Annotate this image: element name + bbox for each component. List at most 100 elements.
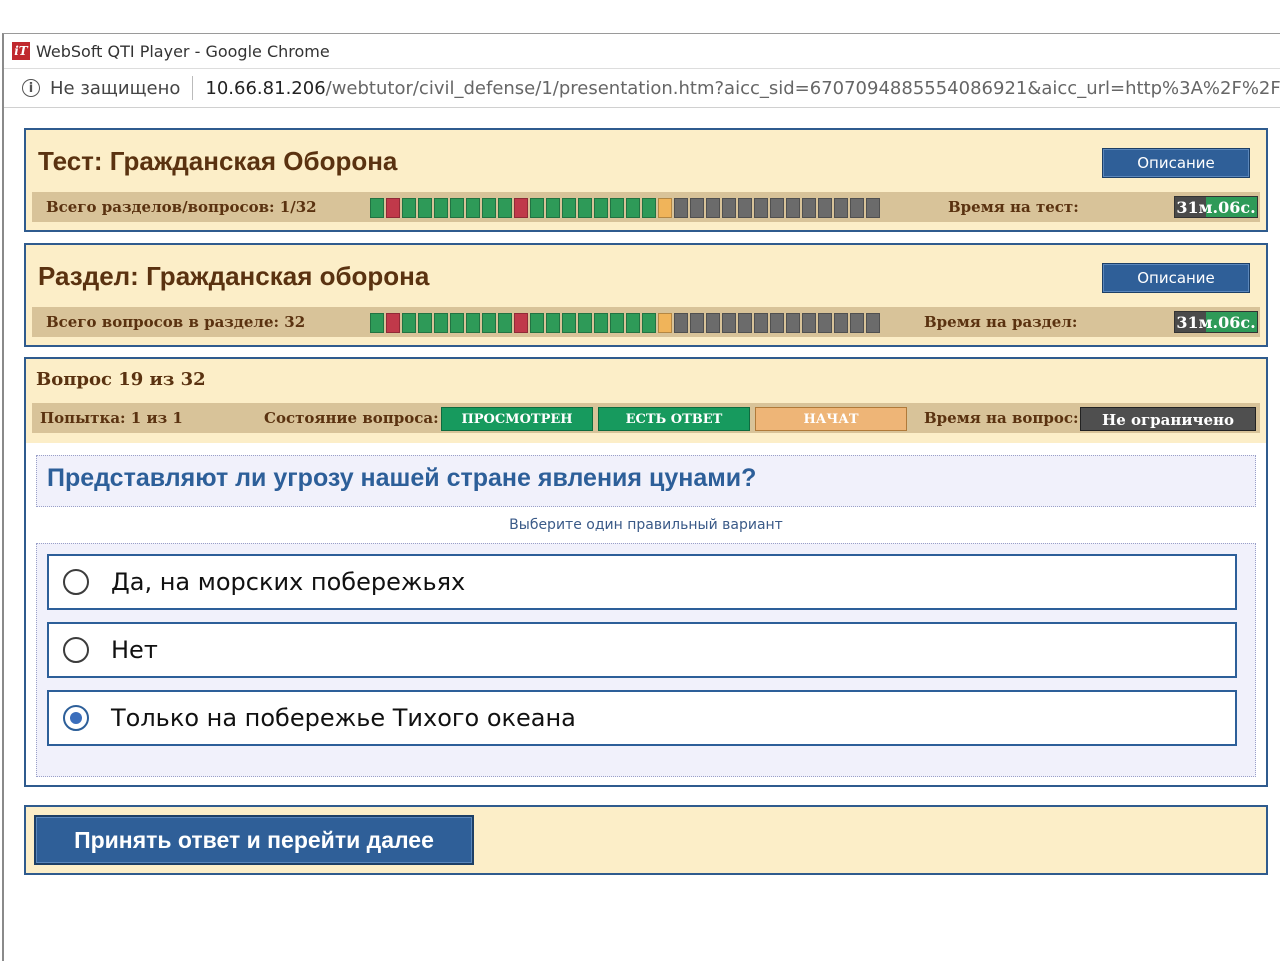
progress-segment [754, 198, 768, 218]
section-description-button[interactable]: Описание [1102, 263, 1250, 293]
progress-segment [370, 313, 384, 333]
progress-segment [450, 313, 464, 333]
section-time-label: Время на раздел: [924, 313, 1078, 331]
progress-segment [738, 313, 752, 333]
info-icon[interactable]: i [22, 79, 40, 97]
security-status[interactable]: Не защищено [50, 78, 180, 99]
progress-segment [402, 198, 416, 218]
progress-segment [562, 313, 576, 333]
progress-segment [482, 313, 496, 333]
progress-segment [770, 198, 784, 218]
answer-option[interactable]: Нет [47, 622, 1237, 678]
progress-segment [818, 198, 832, 218]
progress-segment [402, 313, 416, 333]
progress-segment [578, 198, 592, 218]
answer-option-label[interactable]: Нет [111, 636, 158, 664]
radio-button[interactable] [63, 569, 89, 595]
test-description-button[interactable]: Описание [1102, 148, 1250, 178]
state-answered-badge: ЕСТЬ ОТВЕТ [598, 407, 750, 431]
progress-segment [514, 198, 528, 218]
progress-segment [530, 313, 544, 333]
question-status-bar: Попытка: 1 из 1 Состояние вопроса: ПРОСМ… [32, 403, 1260, 433]
progress-segment [418, 313, 432, 333]
question-text-box: Представляют ли угрозу нашей стране явле… [36, 455, 1256, 507]
url-divider [192, 76, 194, 100]
progress-segment [450, 198, 464, 218]
progress-segment [674, 198, 688, 218]
address-bar[interactable]: i Не защищено 10.66.81.206/webtutor/civi… [4, 68, 1280, 108]
section-timer: 31м.06с. [1174, 311, 1258, 333]
state-viewed-badge: ПРОСМОТРЕН [441, 407, 593, 431]
progress-segment [466, 198, 480, 218]
test-panel: Тест: Гражданская Оборона Описание Всего… [24, 128, 1268, 232]
section-panel: Раздел: Гражданская оборона Описание Все… [24, 243, 1268, 347]
progress-segment [866, 313, 880, 333]
radio-button[interactable] [63, 637, 89, 663]
progress-segment [546, 198, 560, 218]
url-host[interactable]: 10.66.81.206 [205, 78, 325, 99]
test-progress-label: Всего разделов/вопросов: 1/32 [46, 198, 317, 216]
radio-button[interactable] [63, 705, 89, 731]
progress-segment [834, 313, 848, 333]
progress-segment [594, 313, 608, 333]
progress-segment [786, 198, 800, 218]
progress-segment [434, 198, 448, 218]
progress-segment [690, 198, 704, 218]
progress-segment [498, 313, 512, 333]
progress-segment [818, 313, 832, 333]
window-title: WebSoft QTI Player - Google Chrome [36, 41, 330, 61]
progress-segment [866, 198, 880, 218]
progress-segment [562, 198, 576, 218]
title-bar: iT WebSoft QTI Player - Google Chrome [4, 34, 1280, 68]
question-time-value: Не ограничено [1080, 407, 1256, 431]
progress-segment [642, 313, 656, 333]
test-title: Тест: Гражданская Оборона [38, 146, 398, 176]
progress-segment [722, 198, 736, 218]
progress-segment [706, 313, 720, 333]
section-progress-segments [370, 313, 880, 333]
submit-panel: Принять ответ и перейти далее [24, 805, 1268, 875]
progress-segment [434, 313, 448, 333]
progress-segment [370, 198, 384, 218]
answer-option-label[interactable]: Только на побережье Тихого океана [111, 704, 576, 732]
answer-option[interactable]: Да, на морских побережьях [47, 554, 1237, 610]
progress-segment [706, 198, 720, 218]
progress-segment [594, 198, 608, 218]
progress-segment [482, 198, 496, 218]
state-started-badge: НАЧАТ [755, 407, 907, 431]
progress-segment [418, 198, 432, 218]
section-progress-label: Всего вопросов в разделе: 32 [46, 313, 306, 331]
answer-option[interactable]: Только на побережье Тихого океана [47, 690, 1237, 746]
progress-segment [738, 198, 752, 218]
question-text: Представляют ли угрозу нашей стране явле… [47, 464, 757, 492]
progress-segment [386, 313, 400, 333]
question-panel: Вопрос 19 из 32 Попытка: 1 из 1 Состояни… [24, 357, 1268, 787]
progress-segment [386, 198, 400, 218]
progress-segment [546, 313, 560, 333]
answer-option-label[interactable]: Да, на морских побережьях [111, 568, 465, 596]
progress-segment [658, 313, 672, 333]
progress-segment [626, 313, 640, 333]
test-progress-segments [370, 198, 880, 218]
progress-segment [802, 198, 816, 218]
section-progress-bar: Всего вопросов в разделе: 32 Время на ра… [32, 307, 1260, 337]
progress-segment [850, 313, 864, 333]
progress-segment [610, 313, 624, 333]
test-timer: 31м.06с. [1174, 196, 1258, 218]
progress-segment [530, 198, 544, 218]
submit-answer-button[interactable]: Принять ответ и перейти далее [34, 815, 474, 865]
progress-segment [802, 313, 816, 333]
question-time-label: Время на вопрос: [924, 409, 1079, 427]
attempt-counter: Попытка: 1 из 1 [40, 409, 183, 427]
question-header: Вопрос 19 из 32 Попытка: 1 из 1 Состояни… [26, 359, 1266, 443]
progress-segment [466, 313, 480, 333]
progress-segment [786, 313, 800, 333]
progress-segment [834, 198, 848, 218]
progress-segment [514, 313, 528, 333]
progress-segment [642, 198, 656, 218]
progress-segment [610, 198, 624, 218]
section-title: Раздел: Гражданская оборона [38, 261, 430, 291]
url-path[interactable]: /webtutor/civil_defense/1/presentation.h… [326, 78, 1280, 99]
progress-segment [690, 313, 704, 333]
test-progress-bar: Всего разделов/вопросов: 1/32 Время на т… [32, 192, 1260, 222]
